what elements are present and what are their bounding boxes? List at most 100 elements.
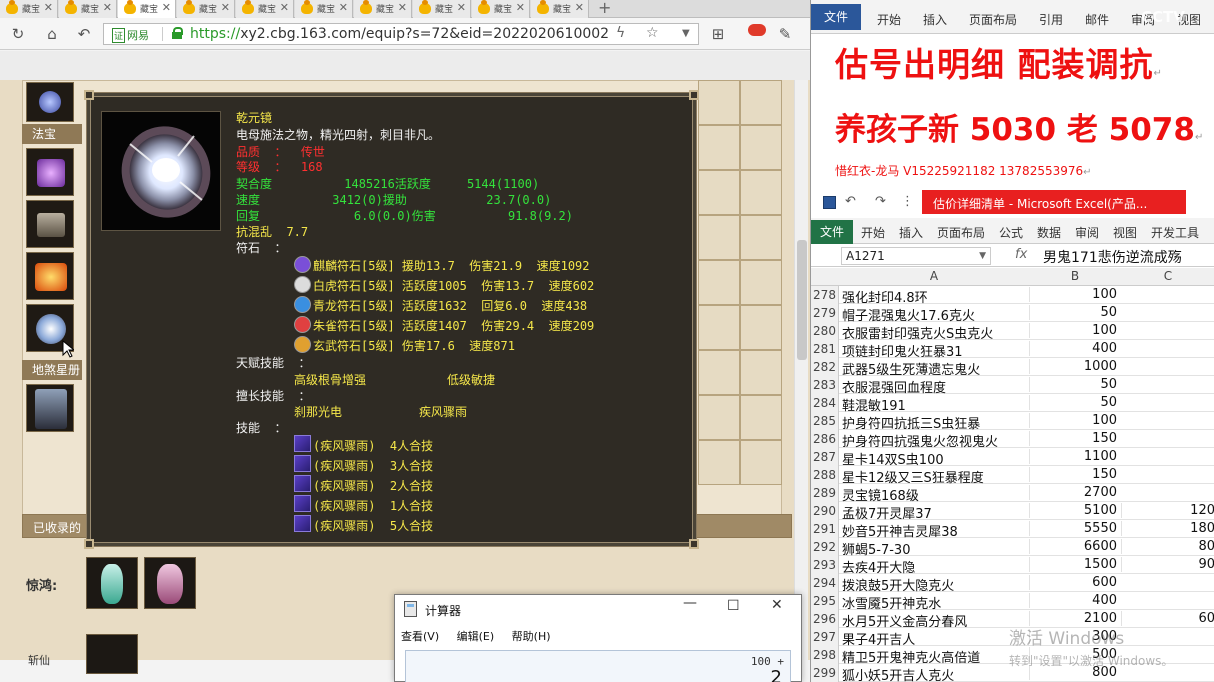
close-icon[interactable]: ✕	[575, 1, 584, 14]
menu-help[interactable]: 帮助(H)	[512, 630, 551, 643]
row-number[interactable]: 284	[811, 394, 839, 412]
row-number[interactable]: 299	[811, 664, 839, 682]
excel-tab-formulas[interactable]: 公式	[999, 224, 1023, 241]
cell-price[interactable]: 5550	[1029, 521, 1119, 536]
name-box[interactable]: A1271 ▼	[841, 247, 991, 265]
grid-cell[interactable]	[698, 215, 740, 260]
excel-tab-review[interactable]: 审阅	[1075, 224, 1099, 241]
word-file-tab[interactable]: 文件	[811, 4, 861, 30]
grid-cell[interactable]	[698, 80, 740, 125]
row-number[interactable]: 283	[811, 376, 839, 394]
excel-file-tab[interactable]: 文件	[811, 220, 853, 244]
wrench-icon[interactable]: ✎	[775, 24, 795, 44]
grid-cell[interactable]	[698, 395, 740, 440]
undo-icon[interactable]: ↶	[845, 194, 856, 209]
row-number[interactable]: 287	[811, 448, 839, 466]
menu-view[interactable]: 查看(V)	[401, 630, 439, 643]
grid-cell[interactable]	[698, 170, 740, 215]
cell-extra[interactable]: 180	[1121, 521, 1214, 536]
row-number[interactable]: 297	[811, 628, 839, 646]
address-bar[interactable]: 证网易 https://xy2.cbg.163.com/equip?s=72&e…	[103, 23, 699, 45]
close-icon[interactable]: ✕	[457, 1, 466, 14]
browser-tab[interactable]: 藏宝 ✕	[177, 0, 235, 18]
cell-price[interactable]: 5100	[1029, 503, 1119, 518]
word-tab-references[interactable]: 引用	[1039, 11, 1063, 28]
row-number[interactable]: 288	[811, 466, 839, 484]
browser-tab[interactable]: 藏宝 ✕	[0, 0, 58, 18]
scrollbar-thumb[interactable]	[797, 240, 807, 360]
cell-extra[interactable]: 60	[1121, 611, 1214, 626]
xingce-slot[interactable]	[26, 384, 74, 432]
row-number[interactable]: 286	[811, 430, 839, 448]
certificate-badge[interactable]: 证网易	[112, 27, 149, 43]
browser-tab[interactable]: 藏宝 ✕	[354, 0, 412, 18]
excel-tab-data[interactable]: 数据	[1037, 224, 1061, 241]
grid-cell[interactable]	[698, 260, 740, 305]
cell-price[interactable]: 6600	[1029, 539, 1119, 554]
excel-tab-insert[interactable]: 插入	[899, 224, 923, 241]
grid-cell[interactable]	[698, 125, 740, 170]
fabao-slot-2[interactable]	[26, 200, 74, 248]
row-number[interactable]: 291	[811, 520, 839, 538]
browser-tab[interactable]: 藏宝 ✕	[413, 0, 471, 18]
browser-tab[interactable]: 藏宝 ✕	[531, 0, 589, 18]
cell-price[interactable]: 400	[1029, 341, 1119, 356]
row-number[interactable]: 296	[811, 610, 839, 628]
browser-tab[interactable]: 藏宝 ✕	[236, 0, 294, 18]
grid-cell[interactable]	[740, 125, 782, 170]
fx-icon[interactable]: fx	[1015, 247, 1027, 262]
cell-price[interactable]: 1500	[1029, 557, 1119, 572]
lightning-icon[interactable]: ϟ	[616, 25, 625, 41]
undo-icon[interactable]: ↶	[74, 24, 94, 44]
gamepad-icon[interactable]	[748, 24, 766, 36]
menu-edit[interactable]: 编辑(E)	[457, 630, 495, 643]
close-icon[interactable]: ✕	[44, 1, 53, 14]
browser-tab[interactable]: 藏宝 ✕	[59, 0, 117, 18]
cell-price[interactable]: 400	[1029, 593, 1119, 608]
grid-cell[interactable]	[698, 350, 740, 395]
customize-icon[interactable]: ⋮	[901, 194, 914, 209]
cell-price[interactable]: 1000	[1029, 359, 1119, 374]
save-icon[interactable]	[823, 196, 836, 209]
cell-extra[interactable]: 90	[1121, 557, 1214, 572]
close-icon[interactable]: ✕	[398, 1, 407, 14]
column-header-b[interactable]: B	[1029, 269, 1121, 283]
appearance-thumb[interactable]	[144, 557, 196, 609]
grid-cell[interactable]	[740, 440, 782, 485]
cell-item[interactable]: 狐小妖5开吉人克火	[842, 665, 1029, 682]
grid-cell[interactable]	[740, 350, 782, 395]
grid-cell[interactable]	[740, 260, 782, 305]
appearance-thumb[interactable]	[86, 557, 138, 609]
row-number[interactable]: 292	[811, 538, 839, 556]
dropdown-arrow-icon[interactable]: ▼	[682, 28, 690, 39]
maximize-icon[interactable]: ☐	[727, 598, 740, 614]
url-text[interactable]: https://xy2.cbg.163.com/equip?s=72&eid=2…	[190, 26, 610, 42]
word-tab-insert[interactable]: 插入	[923, 11, 947, 28]
star-icon[interactable]: ☆	[646, 25, 659, 41]
close-icon[interactable]: ✕	[516, 1, 525, 14]
grid-cell[interactable]	[740, 395, 782, 440]
excel-tab-view[interactable]: 视图	[1113, 224, 1137, 241]
close-icon[interactable]: ✕	[771, 597, 783, 613]
excel-tab-developer[interactable]: 开发工具	[1151, 224, 1199, 241]
column-header-c[interactable]: C	[1121, 269, 1214, 283]
word-tab-home[interactable]: 开始	[877, 11, 901, 28]
close-icon[interactable]: ✕	[221, 1, 230, 14]
cell-extra[interactable]: 80	[1121, 539, 1214, 554]
browser-tab[interactable]: 藏宝 ✕	[295, 0, 353, 18]
redo-icon[interactable]: ↷	[875, 194, 886, 209]
chevron-down-icon[interactable]: ▼	[979, 248, 986, 264]
calculator-window[interactable]: 计算器 — ☐ ✕ 查看(V) 编辑(E) 帮助(H) 100 + 2	[394, 594, 802, 682]
page-scrollbar[interactable]	[794, 80, 808, 660]
column-header-a[interactable]: A	[839, 269, 1029, 283]
item-slot[interactable]	[26, 82, 74, 122]
grid-cell[interactable]	[740, 215, 782, 260]
cell-price[interactable]: 100	[1029, 413, 1119, 428]
fabao-slot-3[interactable]	[26, 252, 74, 300]
formula-input[interactable]: 男鬼171悲伤逆流成殇	[1043, 247, 1182, 267]
row-number[interactable]: 293	[811, 556, 839, 574]
row-number[interactable]: 281	[811, 340, 839, 358]
cell-price[interactable]: 100	[1029, 323, 1119, 338]
cell-price[interactable]: 50	[1029, 395, 1119, 410]
home-icon[interactable]: ⌂	[42, 24, 62, 44]
